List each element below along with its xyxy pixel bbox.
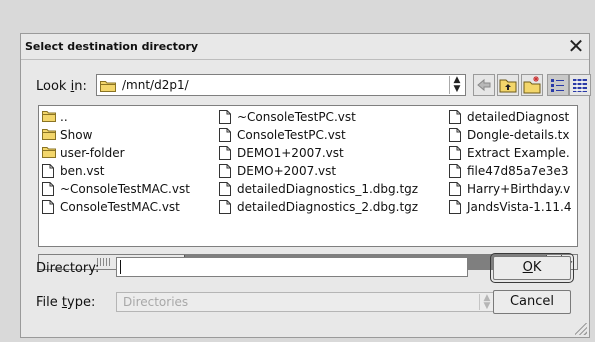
list-view-icon (551, 79, 564, 92)
detail-view-icon (573, 79, 587, 92)
list-view-button[interactable] (547, 74, 569, 96)
file-list-column: .. Show user-folder ben.vst ~ConsoleTestMAC.… (42, 108, 190, 216)
file-icon (449, 146, 463, 160)
file-icon (449, 182, 463, 196)
file-list-item[interactable]: ben.vst (42, 162, 190, 180)
file-list-item-label: detailedDiagnost (467, 110, 570, 124)
ok-button[interactable]: OK (490, 253, 574, 283)
parent-folder-icon (499, 79, 517, 93)
file-list-item-label: detailedDiagnostics_1.dbg.tgz (237, 182, 419, 196)
chevron-updown-icon[interactable]: ▲ ▼ (449, 76, 464, 94)
file-list-item[interactable]: DEMO1+2007.vst (219, 144, 418, 162)
file-list-item[interactable]: detailedDiagnostics_1.dbg.tgz (219, 180, 418, 198)
file-list-item-label: ~ConsoleTestPC.vst (237, 110, 356, 124)
file-list-column: ~ConsoleTestPC.vst ConsoleTestPC.vst DEMO1… (219, 108, 418, 216)
new-folder-button[interactable] (521, 74, 543, 96)
select-directory-dialog: Select destination directory ✕ Look in: … (20, 33, 591, 338)
file-list-item[interactable]: Extract Example. (449, 144, 571, 162)
file-list-item[interactable]: .. (42, 108, 190, 126)
file-list-item[interactable]: Harry+Birthday.v (449, 180, 571, 198)
file-list-item[interactable]: DEMO+2007.vst (219, 162, 418, 180)
folder-icon (100, 79, 116, 95)
detail-view-button[interactable] (569, 74, 591, 96)
file-list-item-label: DEMO1+2007.vst (237, 146, 344, 160)
folder-icon (42, 146, 56, 160)
file-list-item[interactable]: file47d85a7e3e3 (449, 162, 571, 180)
file-list-item-label: Show (60, 128, 93, 142)
file-list-item[interactable]: JandsVista-1.11.4 (449, 198, 571, 216)
file-list-item-label: ~ConsoleTestMAC.vst (60, 182, 190, 196)
resize-grip-icon[interactable] (575, 323, 587, 335)
folder-icon (42, 128, 56, 142)
file-list-item-label: user-folder (60, 146, 125, 160)
file-list-item[interactable]: Dongle-details.tx (449, 126, 571, 144)
file-list-item[interactable]: detailedDiagnost (449, 108, 571, 126)
directory-label-text: Directory: (36, 261, 100, 276)
file-list-item-label: ConsoleTestPC.vst (237, 128, 346, 142)
look-in-value: /mnt/d2p1/ (122, 78, 189, 92)
file-list-item-label: .. (60, 110, 68, 124)
file-list[interactable]: .. Show user-folder ben.vst ~ConsoleTestMAC.… (38, 105, 578, 247)
file-icon (449, 164, 463, 178)
file-list-item-label: ConsoleTestMAC.vst (60, 200, 180, 214)
file-icon (219, 146, 233, 160)
file-list-item[interactable]: detailedDiagnostics_2.dbg.tgz (219, 198, 418, 216)
file-icon (219, 182, 233, 196)
file-type-value: Directories (123, 295, 189, 309)
file-icon (219, 110, 233, 124)
cancel-button[interactable]: Cancel (493, 290, 571, 314)
close-icon[interactable]: ✕ (566, 35, 586, 57)
file-icon (449, 200, 463, 214)
file-list-item-label: Harry+Birthday.v (467, 182, 571, 196)
file-list-item-label: detailedDiagnostics_2.dbg.tgz (237, 200, 419, 214)
folder-icon (42, 110, 56, 124)
text-cursor (120, 260, 121, 274)
dialog-title: Select destination directory (25, 40, 199, 53)
file-list-column: detailedDiagnost Dongle-details.tx Extract… (449, 108, 571, 216)
back-button[interactable] (473, 74, 495, 96)
new-folder-icon (523, 76, 541, 94)
directory-input[interactable] (116, 257, 468, 277)
file-icon (42, 200, 56, 214)
file-list-item-label: JandsVista-1.11.4 (467, 200, 572, 214)
file-list-item[interactable]: ConsoleTestPC.vst (219, 126, 418, 144)
parent-folder-button[interactable] (497, 74, 519, 96)
file-type-select: Directories ▲ ▼ (116, 292, 496, 312)
file-list-item-label: Extract Example. (467, 146, 570, 160)
file-list-item[interactable]: Show (42, 126, 190, 144)
file-icon (219, 200, 233, 214)
look-in-combo[interactable]: /mnt/d2p1/ ▲ ▼ (96, 74, 466, 96)
file-list-item[interactable]: ConsoleTestMAC.vst (42, 198, 190, 216)
file-list-item[interactable]: ~ConsoleTestMAC.vst (42, 180, 190, 198)
file-icon (219, 128, 233, 142)
file-list-item-label: Dongle-details.tx (467, 128, 570, 142)
file-icon (449, 128, 463, 142)
file-icon (42, 182, 56, 196)
dialog-titlebar[interactable]: Select destination directory ✕ (21, 34, 589, 60)
look-in-label: Look in: (36, 79, 87, 94)
file-list-item-label: file47d85a7e3e3 (467, 164, 569, 178)
file-type-label: File type: (36, 295, 96, 310)
file-icon (42, 164, 56, 178)
file-list-item-label: ben.vst (60, 164, 105, 178)
back-icon (477, 78, 491, 92)
file-icon (219, 164, 233, 178)
file-list-item[interactable]: user-folder (42, 144, 190, 162)
file-list-item[interactable]: ~ConsoleTestPC.vst (219, 108, 418, 126)
file-icon (449, 110, 463, 124)
file-list-item-label: DEMO+2007.vst (237, 164, 337, 178)
chevron-updown-icon: ▲ ▼ (479, 294, 494, 311)
